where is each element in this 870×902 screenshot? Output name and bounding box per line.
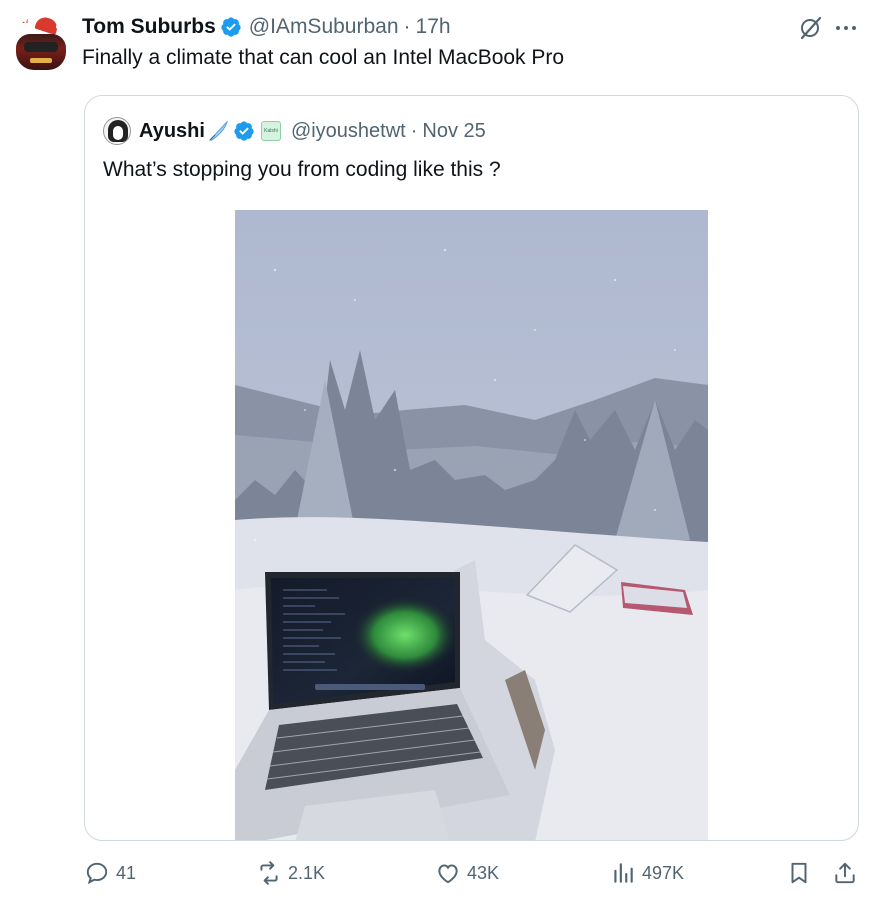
reply-count: 41 (116, 862, 137, 883)
repost-icon (260, 861, 278, 885)
bookmark-icon (791, 862, 807, 884)
snowy-laptop-photo (235, 210, 708, 840)
avatar-text: Hi (18, 16, 29, 26)
reply-icon (86, 862, 108, 885)
tweet-top-actions (796, 14, 858, 42)
tweet-action-bar: 41 2.1K 43K 497K (0, 856, 870, 896)
author-handle[interactable]: @IAmSuburban (249, 15, 399, 39)
bookmark-button[interactable] (786, 860, 812, 886)
verified-badge-icon[interactable] (220, 16, 242, 38)
more-icon[interactable] (834, 16, 858, 40)
tweet-time[interactable]: 17h (416, 15, 451, 39)
author-name[interactable]: Tom Suburbs (82, 15, 216, 39)
like-icon (438, 864, 458, 884)
quoted-author-avatar[interactable] (103, 117, 131, 145)
quoted-author-name[interactable]: Ayushi (139, 120, 205, 143)
affiliate-badge[interactable]: Kalshi (260, 121, 281, 141)
tweet-text: Finally a climate that can cool an Intel… (82, 46, 565, 69)
views-count: 497K (642, 862, 685, 883)
quoted-date[interactable]: Nov 25 (422, 120, 485, 143)
like-count: 43K (467, 862, 500, 883)
repost-button[interactable]: 2.1K (256, 860, 325, 886)
quoted-tweet[interactable]: Ayushi Kalshi @iyoushetwt · Nov 25 What’… (84, 95, 859, 841)
quoted-photo[interactable] (235, 210, 708, 840)
views-button[interactable]: 497K (610, 860, 684, 886)
views-icon (614, 863, 633, 883)
header-separator: · (403, 15, 411, 38)
author-avatar[interactable]: Hi (12, 16, 70, 74)
share-icon (835, 862, 855, 884)
reply-button[interactable]: 41 (84, 860, 136, 886)
quoted-text: What’s stopping you from coding like thi… (103, 158, 501, 181)
repost-count: 2.1K (288, 862, 326, 883)
quoted-header: Ayushi Kalshi @iyoushetwt · Nov 25 (103, 116, 486, 146)
quoted-header-separator: · (410, 119, 418, 142)
verified-badge-icon[interactable] (233, 120, 255, 142)
santa-hat-graphic (34, 16, 60, 36)
car-graphic (16, 34, 66, 70)
rocket-icon (208, 120, 228, 141)
like-button[interactable]: 43K (435, 860, 499, 886)
tweet-header: Tom Suburbs @IAmSuburban · 17h (82, 14, 451, 40)
grok-icon[interactable] (796, 14, 824, 42)
share-button[interactable] (832, 860, 858, 886)
quoted-author-handle[interactable]: @iyoushetwt (291, 120, 406, 143)
